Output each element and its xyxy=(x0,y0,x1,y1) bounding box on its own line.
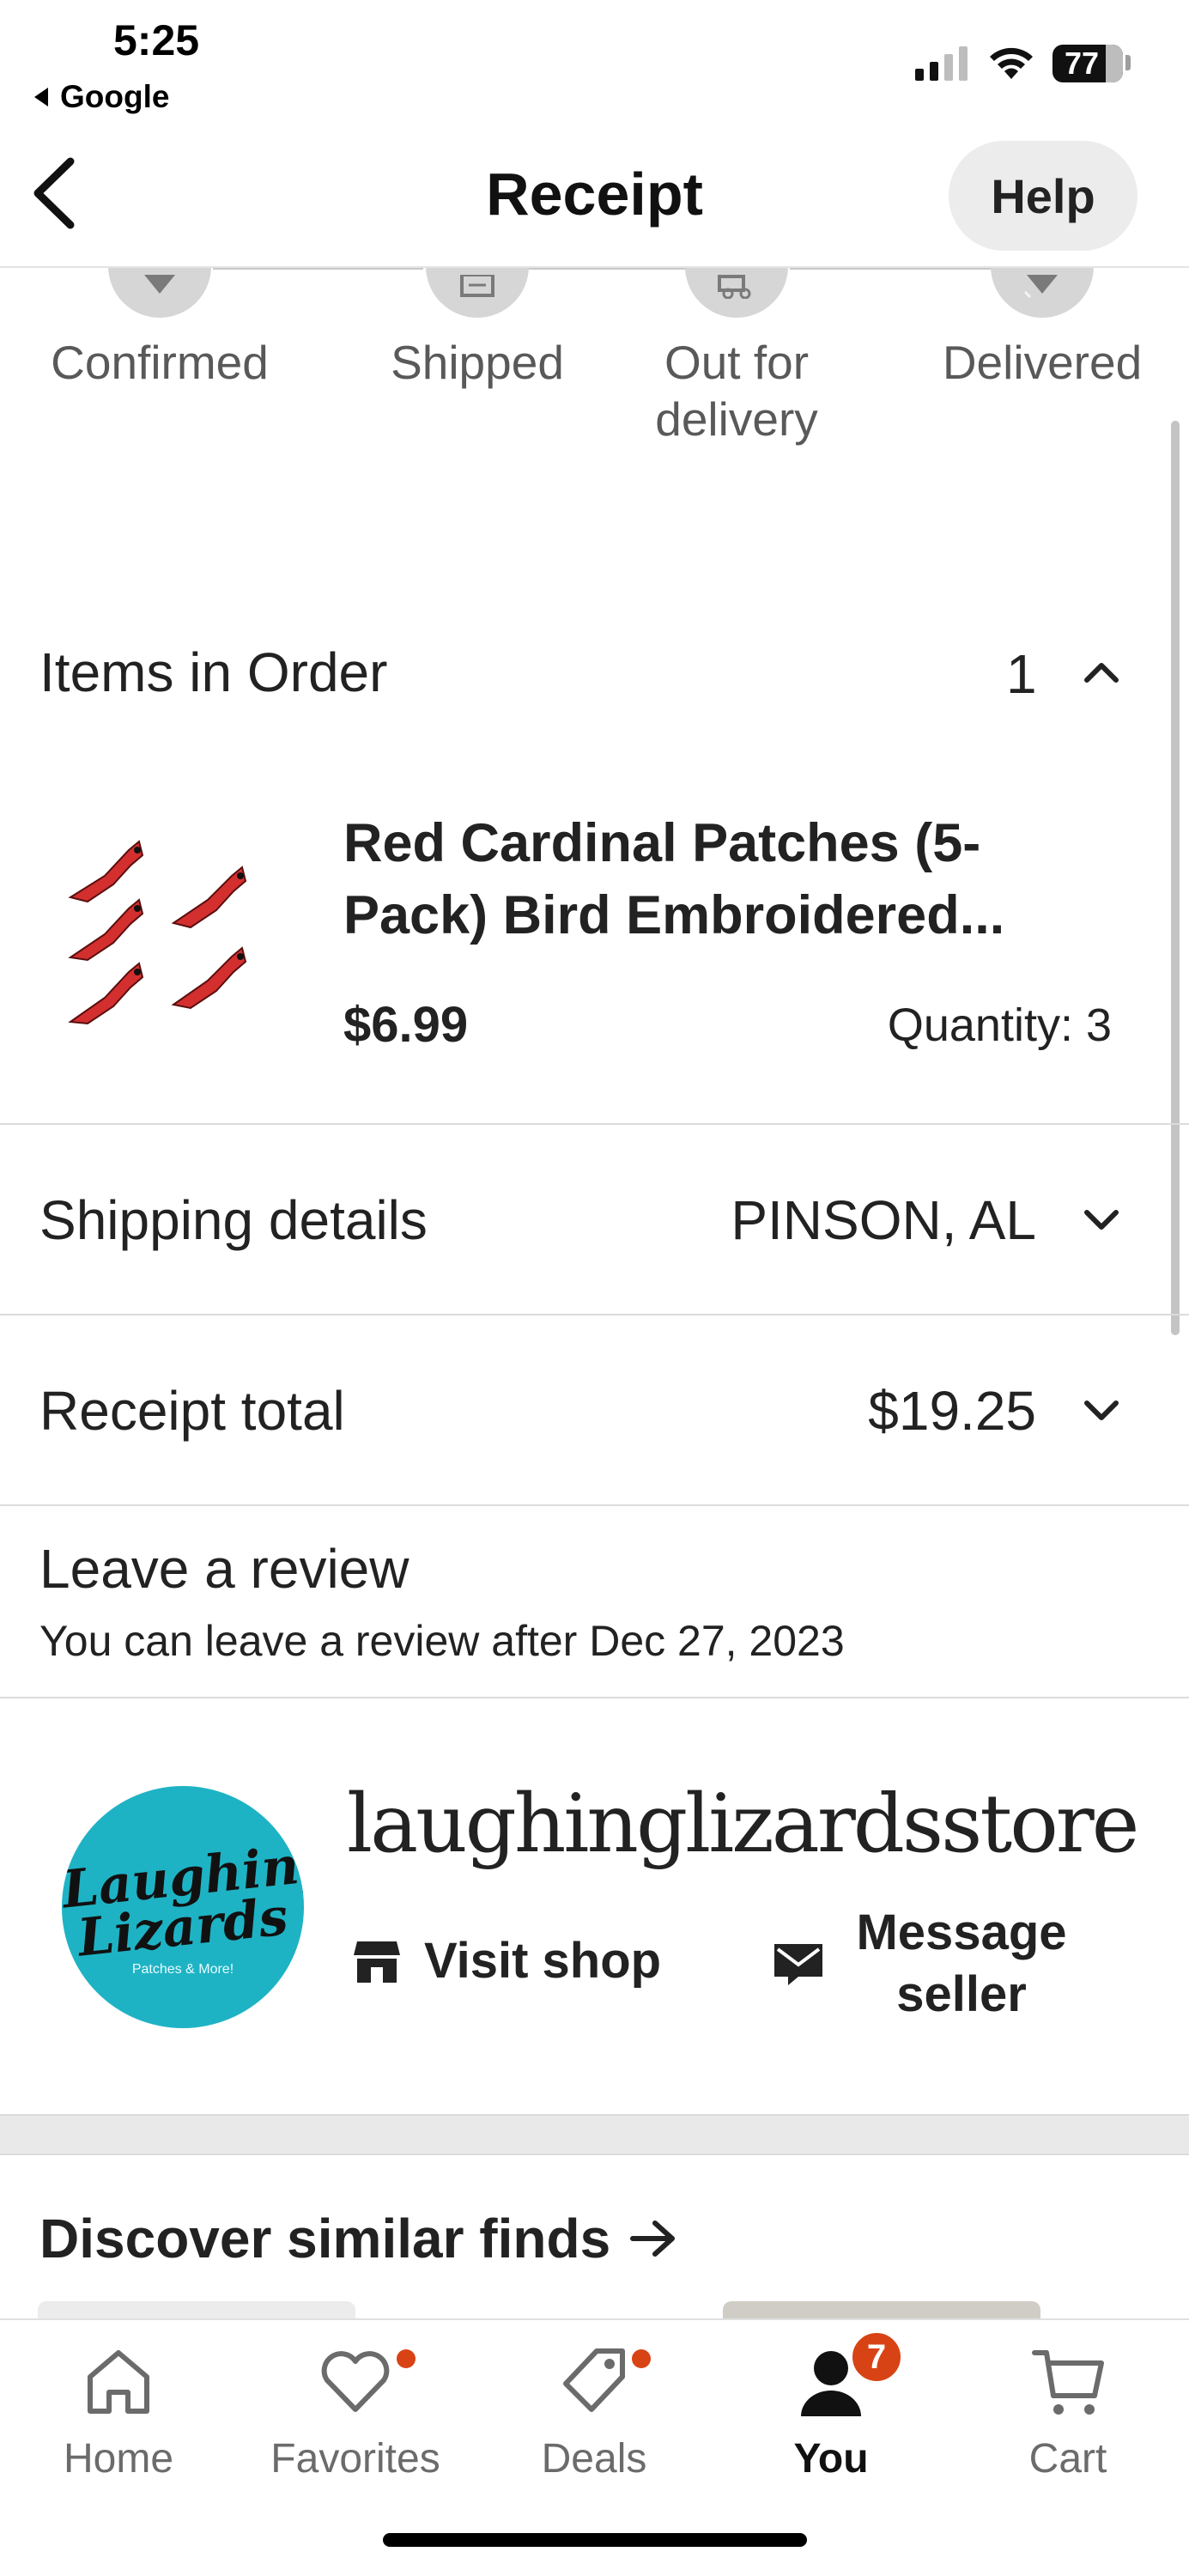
step-label-shipped: Shipped xyxy=(391,336,564,389)
back-triangle-icon xyxy=(34,88,48,106)
chevron-down-icon[interactable] xyxy=(1082,1207,1121,1233)
divider xyxy=(0,1314,1189,1315)
storefront-icon xyxy=(354,1941,400,1983)
chevron-up-icon[interactable] xyxy=(1082,659,1121,685)
back-to-app-link[interactable]: Google xyxy=(34,79,169,115)
tab-label: Favorites xyxy=(270,2436,440,2482)
status-time: 5:25 xyxy=(113,16,200,64)
receipt-total-label[interactable]: Receipt total xyxy=(39,1379,345,1443)
scrollbar[interactable] xyxy=(1171,421,1180,1335)
items-count: 1 xyxy=(1006,643,1037,705)
notification-dot xyxy=(632,2349,651,2368)
divider xyxy=(0,1697,1189,1698)
back-app-label: Google xyxy=(60,79,170,114)
product-title[interactable]: Red Cardinal Patches (5-Pack) Bird Embro… xyxy=(343,807,1116,951)
heart-icon xyxy=(321,2351,390,2412)
receipt-total-value: $19.25 xyxy=(868,1380,1036,1442)
tab-label: Deals xyxy=(541,2436,647,2482)
product-thumbnail[interactable] xyxy=(53,816,285,1048)
tab-cart[interactable]: Cart xyxy=(965,2342,1171,2497)
shipping-details-label[interactable]: Shipping details xyxy=(39,1188,428,1252)
cart-icon xyxy=(1032,2350,1104,2415)
product-quantity: Quantity: 3 xyxy=(887,999,1112,1051)
notification-badge: 7 xyxy=(848,2329,905,2385)
battery-icon: 77 xyxy=(1053,45,1123,82)
tab-home[interactable]: Home xyxy=(15,2342,221,2497)
similar-item-card[interactable] xyxy=(38,2301,355,2318)
tab-label: Home xyxy=(63,2436,174,2482)
help-button[interactable]: Help xyxy=(949,141,1137,251)
home-icon xyxy=(88,2350,149,2414)
section-separator xyxy=(0,2114,1189,2155)
tag-icon xyxy=(563,2348,625,2412)
divider xyxy=(0,1504,1189,1506)
message-seller-button[interactable]: Message seller xyxy=(773,1902,1073,2026)
status-bar: 5:25 Google 77 xyxy=(0,0,1189,129)
logo-tagline: Patches & More! xyxy=(131,1962,234,1977)
progress-line xyxy=(790,268,996,270)
step-label-delivered: Delivered xyxy=(942,336,1143,389)
items-in-order-title: Items in Order xyxy=(39,641,388,703)
discover-similar-finds-link[interactable]: Discover similar finds xyxy=(39,2207,677,2270)
shop-name[interactable]: laughinglizardsstore xyxy=(347,1777,1139,1871)
step-label-out-for-delivery: Out for delivery xyxy=(655,336,818,446)
tab-label: Cart xyxy=(1028,2436,1107,2482)
chevron-down-icon[interactable] xyxy=(1082,1398,1121,1424)
notification-dot xyxy=(397,2349,416,2368)
tab-deals[interactable]: Deals xyxy=(491,2342,697,2497)
arrow-right-icon xyxy=(630,2221,676,2257)
leave-review-subtitle: You can leave a review after Dec 27, 202… xyxy=(39,1617,845,1665)
visit-shop-button[interactable]: Visit shop xyxy=(352,1932,661,1990)
battery-level: 77 xyxy=(1064,46,1100,81)
similar-item-card[interactable] xyxy=(723,2301,1040,2318)
mail-icon xyxy=(774,1944,822,1985)
shop-logo[interactable]: Laughing Lizards Patches & More! xyxy=(62,1786,304,2028)
tab-favorites[interactable]: Favorites xyxy=(252,2342,458,2497)
app-header: Receipt Help xyxy=(0,129,1189,268)
leave-review-title: Leave a review xyxy=(39,1538,409,1600)
progress-line xyxy=(213,268,423,270)
visit-shop-label: Visit shop xyxy=(424,1933,662,1989)
divider xyxy=(0,1123,1189,1125)
battery-nub xyxy=(1125,55,1131,70)
order-progress-tracker: Confirmed Shipped Out for delivery Deliv… xyxy=(0,215,1189,457)
tab-label: You xyxy=(793,2436,869,2482)
shipping-location: PINSON, AL xyxy=(731,1189,1036,1251)
tab-you[interactable]: 7 You xyxy=(728,2329,934,2497)
discover-title: Discover similar finds xyxy=(39,2208,611,2269)
step-label-confirmed: Confirmed xyxy=(51,336,269,389)
message-seller-label: Message seller xyxy=(856,1905,1067,2022)
wifi-icon xyxy=(990,47,1033,79)
progress-line xyxy=(528,268,687,270)
cellular-signal-icon xyxy=(915,46,968,81)
home-indicator[interactable] xyxy=(383,2533,807,2547)
product-price: $6.99 xyxy=(343,997,469,1053)
